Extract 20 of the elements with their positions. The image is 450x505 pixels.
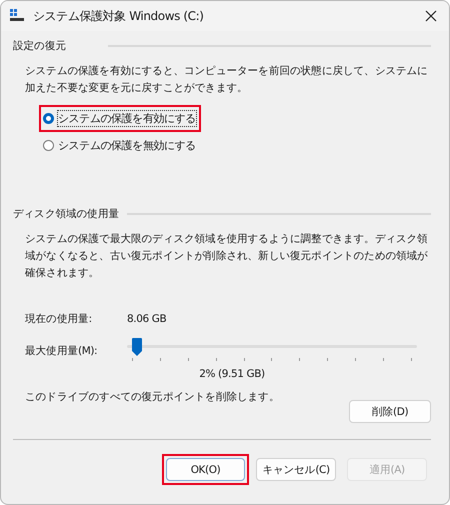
radio-label[interactable]: システムの保護を有効にする: [57, 110, 197, 127]
description-text: システムの保護で最大限のディスク領域を使用するように調整できます。ディスク領域がなくなると、古い復元ポイントが削除され、新しい復元ポイントのための領域が確保されます。: [25, 232, 429, 281]
radio-button[interactable]: [43, 113, 54, 124]
current-usage-label: 現在の使用量:: [25, 312, 93, 326]
dialog-button[interactable]: キャンセル(C): [256, 458, 336, 481]
radio-button[interactable]: [43, 140, 54, 151]
window-title: システム保護対象 Windows (C:): [33, 8, 205, 24]
section-heading: 設定の復元: [13, 39, 66, 53]
current-usage-value: 8.06 GB: [127, 313, 166, 325]
app-icon: [9, 9, 25, 23]
delete-button[interactable]: 削除(D): [349, 400, 431, 423]
radio-label[interactable]: システムの保護を無効にする: [57, 137, 197, 154]
description-text: システムの保護を有効にすると、コンピューターを前回の状態に戻して、システムに加えた不要な変更を元に戻すことができます。: [25, 64, 429, 96]
section-heading: ディスク領域の使用量: [13, 207, 120, 221]
dialog-button[interactable]: OK(O): [166, 458, 245, 481]
slider-thumb[interactable]: [132, 338, 142, 356]
delete-description: このドライブのすべての復元ポイントを削除します。: [25, 390, 280, 404]
close-icon[interactable]: [425, 10, 437, 22]
max-usage-reading: 2% (9.51 GB): [198, 368, 266, 380]
max-usage-label: 最大使用量(M):: [25, 344, 98, 358]
